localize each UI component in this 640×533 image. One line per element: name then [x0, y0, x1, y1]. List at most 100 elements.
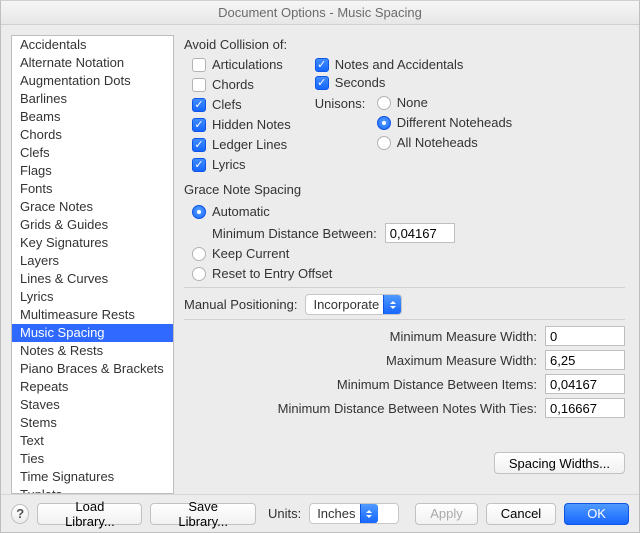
manual-positioning-row: Manual Positioning: Incorporate — [184, 294, 625, 315]
avoid-collision-label: Avoid Collision of: — [184, 37, 625, 52]
sidebar-item[interactable]: Repeats — [12, 378, 173, 396]
main-panel: Avoid Collision of: Articulations Chords C… — [184, 35, 629, 494]
avoid-checkbox[interactable]: Chords — [192, 76, 291, 94]
checkbox-label: Seconds — [335, 74, 386, 92]
checkbox-label: Clefs — [212, 96, 242, 114]
field-label: Minimum Distance Between Items: — [337, 377, 537, 392]
unisons-different-radio[interactable]: Different Noteheads — [377, 114, 512, 132]
divider — [184, 287, 625, 288]
radio-icon — [377, 136, 391, 150]
category-sidebar[interactable]: AccidentalsAlternate NotationAugmentatio… — [11, 35, 174, 494]
avoid-checkbox[interactable]: Lyrics — [192, 156, 291, 174]
max-measure-width-input[interactable] — [545, 350, 625, 370]
help-button[interactable]: ? — [11, 504, 29, 524]
ok-button[interactable]: OK — [564, 503, 629, 525]
avoid-checkbox[interactable]: Ledger Lines — [192, 136, 291, 154]
sidebar-item[interactable]: Tuplets — [12, 486, 173, 494]
sidebar-item[interactable]: Beams — [12, 108, 173, 126]
sidebar-item[interactable]: Lines & Curves — [12, 270, 173, 288]
unisons-all-radio[interactable]: All Noteheads — [377, 134, 512, 152]
radio-label: Automatic — [212, 203, 270, 221]
save-library-button[interactable]: Save Library... — [150, 503, 256, 525]
radio-label: All Noteheads — [397, 134, 478, 152]
checkbox-icon — [192, 58, 206, 72]
max-measure-width-row: Maximum Measure Width: — [184, 350, 625, 370]
grace-automatic-radio[interactable]: Automatic — [192, 203, 625, 221]
sidebar-item[interactable]: Alternate Notation — [12, 54, 173, 72]
sidebar-item[interactable]: Music Spacing — [12, 324, 173, 342]
chevron-updown-icon — [360, 504, 378, 523]
units-label: Units: — [268, 506, 301, 521]
sidebar-item[interactable]: Augmentation Dots — [12, 72, 173, 90]
avoid-checkbox[interactable]: Hidden Notes — [192, 116, 291, 134]
min-items-distance-input[interactable] — [545, 374, 625, 394]
avoid-right-column: Notes and AccidentalsSeconds Unisons: No… — [315, 56, 512, 174]
sidebar-item[interactable]: Grace Notes — [12, 198, 173, 216]
field-label: Minimum Distance Between Notes With Ties… — [278, 401, 537, 416]
checkbox-label: Lyrics — [212, 156, 245, 174]
field-label: Maximum Measure Width: — [386, 353, 537, 368]
spacing-widths-button[interactable]: Spacing Widths... — [494, 452, 625, 474]
min-ties-distance-row: Minimum Distance Between Notes With Ties… — [184, 398, 625, 418]
grace-keep-current-radio[interactable]: Keep Current — [192, 245, 625, 263]
checkbox-label: Chords — [212, 76, 254, 94]
units-select[interactable]: Inches — [309, 503, 399, 524]
sidebar-item[interactable]: Accidentals — [12, 36, 173, 54]
sidebar-item[interactable]: Layers — [12, 252, 173, 270]
checkbox-label: Articulations — [212, 56, 283, 74]
select-value: Inches — [317, 506, 359, 521]
sidebar-item[interactable]: Grids & Guides — [12, 216, 173, 234]
radio-label: None — [397, 94, 428, 112]
sidebar-item[interactable]: Piano Braces & Brackets — [12, 360, 173, 378]
select-value: Incorporate — [313, 297, 383, 312]
radio-label: Keep Current — [212, 245, 289, 263]
unisons-none-radio[interactable]: None — [377, 94, 428, 112]
unisons-label: Unisons: — [315, 96, 367, 111]
sidebar-item[interactable]: Flags — [12, 162, 173, 180]
sidebar-item[interactable]: Text — [12, 432, 173, 450]
sidebar-item[interactable]: Stems — [12, 414, 173, 432]
checkbox-icon — [315, 58, 329, 72]
avoid-checkbox[interactable]: Articulations — [192, 56, 291, 74]
checkbox-label: Notes and Accidentals — [335, 56, 464, 74]
min-measure-width-input[interactable] — [545, 326, 625, 346]
grace-min-distance-input[interactable] — [385, 223, 455, 243]
footer: ? Load Library... Save Library... Units:… — [1, 494, 639, 532]
cancel-button[interactable]: Cancel — [486, 503, 556, 525]
sidebar-item[interactable]: Ties — [12, 450, 173, 468]
sidebar-item[interactable]: Barlines — [12, 90, 173, 108]
avoid-checkbox[interactable]: Clefs — [192, 96, 291, 114]
min-items-distance-row: Minimum Distance Between Items: — [184, 374, 625, 394]
document-options-window: Document Options - Music Spacing Acciden… — [0, 0, 640, 533]
sidebar-item[interactable]: Fonts — [12, 180, 173, 198]
radio-icon — [192, 247, 206, 261]
grace-min-distance-label: Minimum Distance Between: — [212, 226, 377, 241]
avoid-checkbox[interactable]: Seconds — [315, 74, 512, 92]
manual-positioning-label: Manual Positioning: — [184, 297, 297, 312]
checkbox-icon — [192, 158, 206, 172]
min-ties-distance-input[interactable] — [545, 398, 625, 418]
sidebar-item[interactable]: Time Signatures — [12, 468, 173, 486]
avoid-collision-group: Articulations Chords Clefs Hidden Notes Ledg… — [192, 56, 625, 174]
avoid-checkbox[interactable]: Notes and Accidentals — [315, 56, 512, 74]
radio-icon — [377, 116, 391, 130]
radio-label: Reset to Entry Offset — [212, 265, 332, 283]
apply-button[interactable]: Apply — [415, 503, 478, 525]
checkbox-icon — [315, 76, 329, 90]
checkbox-icon — [192, 78, 206, 92]
load-library-button[interactable]: Load Library... — [37, 503, 142, 525]
manual-positioning-select[interactable]: Incorporate — [305, 294, 402, 315]
sidebar-item[interactable]: Notes & Rests — [12, 342, 173, 360]
sidebar-item[interactable]: Multimeasure Rests — [12, 306, 173, 324]
sidebar-item[interactable]: Lyrics — [12, 288, 173, 306]
sidebar-item[interactable]: Clefs — [12, 144, 173, 162]
checkbox-label: Ledger Lines — [212, 136, 287, 154]
checkbox-label: Hidden Notes — [212, 116, 291, 134]
avoid-left-column: Articulations Chords Clefs Hidden Notes Ledg… — [192, 56, 291, 174]
unisons-row: Unisons: None — [315, 94, 512, 112]
sidebar-item[interactable]: Staves — [12, 396, 173, 414]
divider — [184, 319, 625, 320]
sidebar-item[interactable]: Chords — [12, 126, 173, 144]
sidebar-item[interactable]: Key Signatures — [12, 234, 173, 252]
grace-reset-radio[interactable]: Reset to Entry Offset — [192, 265, 625, 283]
